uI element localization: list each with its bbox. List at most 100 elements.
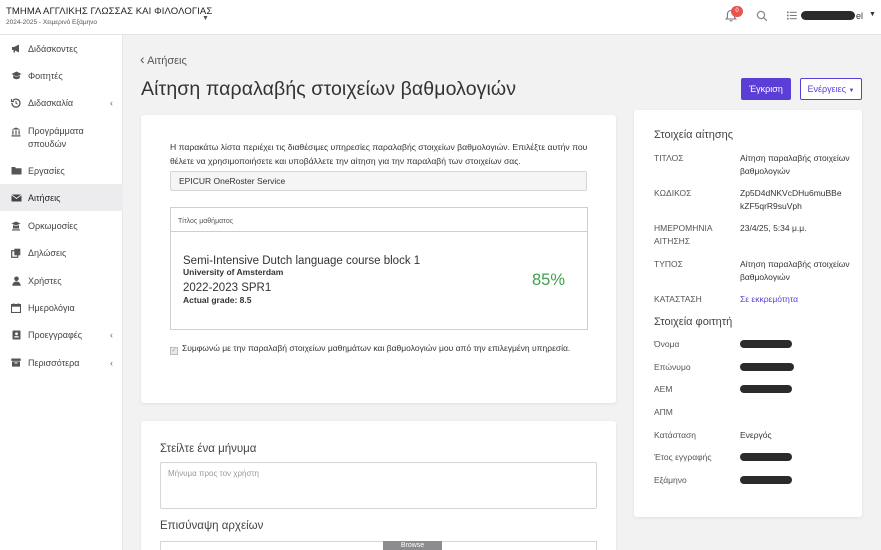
- agreement-row: ✓ Συμφωνώ με την παραλαβή στοιχείων μαθημ…: [170, 342, 590, 356]
- redacted-enroll-year: [740, 453, 792, 461]
- sidebar-item-label: Περισσότερα: [28, 357, 80, 368]
- last-name-label: Επώνυμο: [654, 362, 691, 372]
- sidebar-item-instructors[interactable]: Διδάσκοντες: [0, 35, 123, 62]
- actions-button-label: Ενέργειες: [807, 84, 847, 94]
- approve-button[interactable]: Έγκριση: [741, 78, 791, 100]
- back-link-label: Αιτήσεις: [147, 55, 187, 67]
- sidebar-item-label: Εργασίες: [28, 165, 65, 176]
- code-label: ΚΩΔΙΚΟΣ: [654, 188, 692, 198]
- archive-icon: [10, 358, 22, 367]
- page-title: Αίτηση παραλαβής στοιχείων βαθμολογιών: [141, 78, 517, 100]
- caret-down-icon[interactable]: ▼: [869, 11, 876, 18]
- message-title: Στείλτε ένα μήνυμα: [160, 443, 257, 455]
- course-actual-grade: Actual grade: 8.5: [183, 295, 252, 305]
- agreement-checkbox[interactable]: ✓: [170, 347, 178, 355]
- user-icon: [10, 276, 22, 286]
- copy-icon: [10, 248, 22, 258]
- redacted-username[interactable]: [801, 11, 855, 20]
- request-card: Η παρακάτω λίστα περιέχει τις διαθέσιμες…: [141, 115, 616, 403]
- sidebar-item-label: Φοιτητές: [28, 70, 63, 81]
- sidebar-item-teaching[interactable]: Διδασκαλία ‹: [0, 89, 123, 116]
- status-value[interactable]: Σε εκκρεμότητα: [740, 293, 798, 306]
- status-label: ΚΑΤΑΣΤΑΣΗ: [654, 294, 702, 304]
- sidebar-item-declarations[interactable]: Δηλώσεις: [0, 239, 123, 266]
- sidebar-item-graduations[interactable]: Ορκωμοσίες: [0, 212, 123, 239]
- sidebar-item-label: Αιτήσεις: [28, 192, 61, 203]
- department-name: ΤΜΗΜΑ ΑΓΓΛΙΚΗΣ ΓΛΩΣΣΑΣ ΚΑΙ ΦΙΛΟΛΟΓΙΑΣ: [6, 6, 213, 17]
- sidebar-item-students[interactable]: Φοιτητές: [0, 62, 123, 89]
- apm-label: ΑΠΜ: [654, 407, 673, 417]
- agreement-label: Συμφωνώ με την παραλαβή στοιχείων μαθημά…: [182, 343, 571, 353]
- semester-label: Εξάμηνο: [654, 475, 687, 485]
- redacted-semester: [740, 476, 792, 484]
- redacted-last-name: [740, 363, 794, 371]
- list-icon[interactable]: [787, 11, 797, 20]
- sidebar-item-calendars[interactable]: Ημερολόγια: [0, 294, 123, 321]
- sidebar-item-label: Προεγγραφές: [28, 329, 83, 340]
- sidebar-item-label: Δηλώσεις: [28, 247, 67, 258]
- file-input[interactable]: [160, 541, 597, 550]
- type-label: ΤΥΠΟΣ: [654, 259, 683, 269]
- megaphone-icon: [10, 44, 22, 53]
- actions-dropdown-button[interactable]: Ενέργειες ▼: [800, 78, 862, 100]
- first-name-label: Όνομα: [654, 339, 680, 349]
- chevron-left-icon: ‹: [140, 51, 145, 67]
- chevron-left-icon: ‹: [110, 357, 113, 368]
- top-bar: ΤΜΗΜΑ ΑΓΓΛΙΚΗΣ ΓΛΩΣΣΑΣ ΚΑΙ ΦΙΛΟΛΟΓΙΑΣ 20…: [0, 0, 881, 35]
- type-value: Αίτηση παραλαβής στοιχείων βαθμολογιών: [740, 259, 850, 282]
- redacted-first-name: [740, 340, 792, 348]
- title-label: ΤΙΤΛΟΣ: [654, 153, 684, 163]
- caret-down-icon[interactable]: ▼: [202, 15, 209, 22]
- aem-label: ΑΕΜ: [654, 384, 673, 394]
- date-value: 23/4/25, 5:34 μ.μ.: [740, 223, 807, 233]
- sidebar-item-study-programs[interactable]: Προγράμματα σπουδών: [0, 120, 123, 158]
- request-intro-text: Η παρακάτω λίστα περιέχει τις διαθέσιμες…: [170, 142, 588, 166]
- id-card-icon: [10, 330, 22, 340]
- title-value: Αίτηση παραλαβής στοιχείων βαθμολογιών: [740, 153, 850, 176]
- course-university: University of Amsterdam: [183, 267, 284, 277]
- folder-icon: [10, 166, 22, 175]
- calendar-icon: [10, 302, 22, 313]
- attachments-title: Επισύναψη αρχείων: [160, 520, 264, 532]
- redacted-aem: [740, 385, 792, 393]
- message-card: Στείλτε ένα μήνυμα Μήνυμα προς τον χρήστ…: [141, 421, 616, 550]
- sidebar-item-assignments[interactable]: Εργασίες: [0, 157, 123, 184]
- course-title-header: Τίτλος μαθήματος: [171, 208, 587, 232]
- sidebar-item-label: Χρήστες: [28, 275, 62, 286]
- date-label: ΗΜΕΡΟΜΗΝΙΑ ΑΙΤΗΣΗΣ: [654, 223, 713, 246]
- sidebar-item-label: Διδάσκοντες: [28, 43, 78, 54]
- term-selector[interactable]: 2024-2025 - Χειμερινό Εξάμηνο: [6, 19, 97, 26]
- course-table: Τίτλος μαθήματος Semi-Intensive Dutch la…: [170, 207, 588, 330]
- chevron-left-icon: ‹: [110, 329, 113, 340]
- search-icon[interactable]: [756, 10, 768, 22]
- request-info-card: Στοιχεία αίτησης ΤΙΤΛΟΣ Αίτηση παραλαβής…: [634, 110, 862, 517]
- service-select[interactable]: EPICUR OneRoster Service: [170, 171, 587, 191]
- request-info-title: Στοιχεία αίτησης: [654, 129, 734, 141]
- sidebar-item-label: Διδασκαλία: [28, 97, 74, 108]
- browse-button[interactable]: Browse: [383, 541, 442, 550]
- sidebar-item-users[interactable]: Χρήστες: [0, 267, 123, 294]
- caret-down-icon: ▼: [848, 88, 855, 94]
- state-label: Κατάσταση: [654, 430, 697, 440]
- sidebar-item-label: Ορκωμοσίες: [28, 220, 78, 231]
- sidebar: Διδάσκοντες Φοιτητές Διδασκαλία ‹ Προγρά…: [0, 35, 123, 550]
- envelope-icon: [10, 193, 22, 202]
- sidebar-item-more[interactable]: Περισσότερα ‹: [0, 349, 123, 376]
- course-grade-percent: 85%: [532, 271, 566, 289]
- course-term: 2022-2023 SPR1: [183, 282, 272, 294]
- sidebar-item-label: Προγράμματα σπουδών: [28, 126, 84, 149]
- back-link[interactable]: ‹ Αιτήσεις: [140, 51, 187, 67]
- notification-badge: 0: [731, 6, 743, 17]
- student-info-title: Στοιχεία φοιτητή: [654, 316, 733, 328]
- state-value: Ενεργός: [740, 430, 772, 440]
- graduation-cap-icon: [10, 71, 22, 80]
- language-selector[interactable]: el: [856, 11, 863, 21]
- code-value: Zp5D4dNKVcDHu6muBBekZF5qrR9suVph: [740, 188, 842, 211]
- course-name: Semi-Intensive Dutch language course blo…: [183, 255, 421, 267]
- history-icon: [10, 98, 22, 108]
- chevron-left-icon: ‹: [110, 97, 113, 108]
- sidebar-item-preregistrations[interactable]: Προεγγραφές ‹: [0, 321, 123, 348]
- graduation-ceremony-icon: [10, 221, 22, 231]
- sidebar-item-requests[interactable]: Αιτήσεις: [0, 184, 123, 211]
- message-textarea[interactable]: Μήνυμα προς τον χρήστη: [160, 462, 597, 509]
